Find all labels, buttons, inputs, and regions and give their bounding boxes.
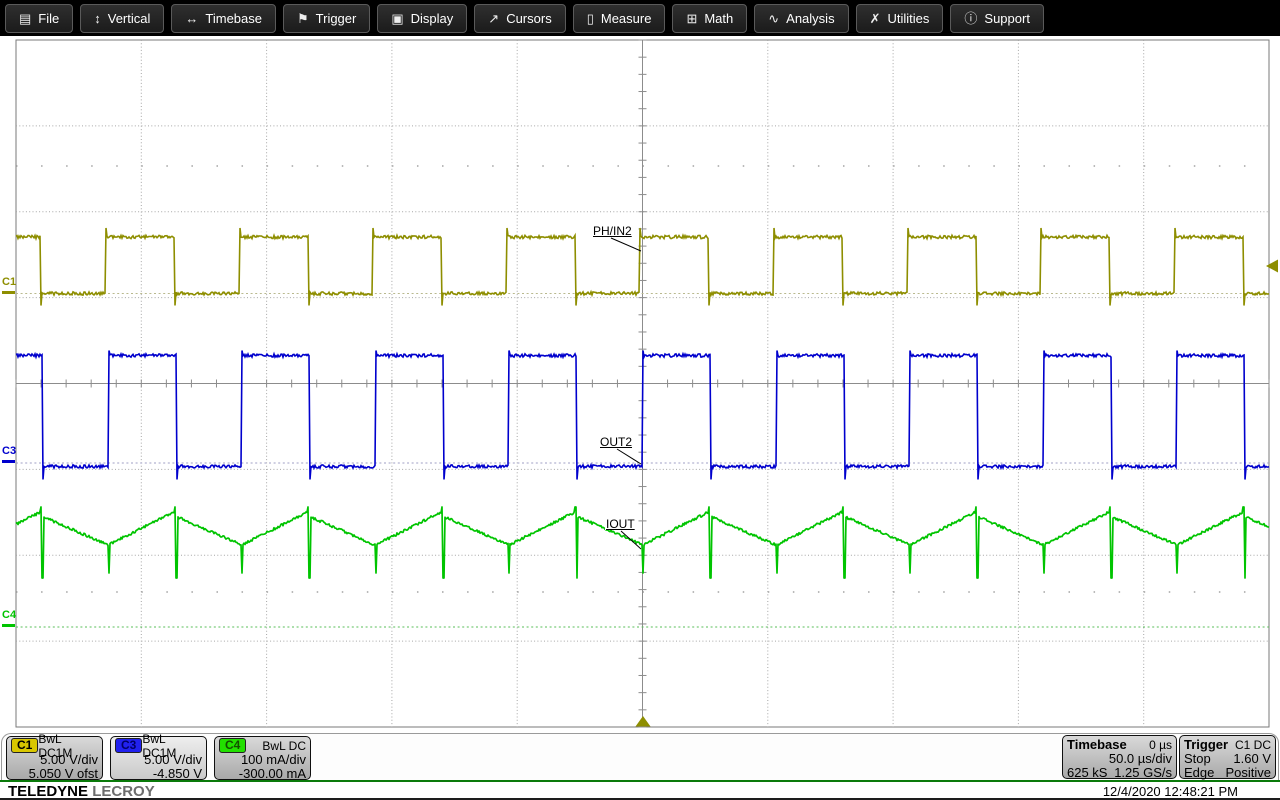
menu-button-label: Display (411, 11, 454, 26)
trace-label-c1[interactable]: PH/IN2 (592, 225, 633, 237)
trigger-level: 1.60 V (1233, 752, 1271, 766)
channel-offset: -300.00 mA (219, 767, 306, 781)
timebase-samples: 625 kS (1067, 766, 1107, 780)
menu-button-label: Analysis (786, 11, 834, 26)
channel-scale: 5.00 V/div (115, 753, 202, 767)
timebase-title: Timebase (1067, 737, 1127, 752)
channel-offset: -4.850 V (115, 767, 202, 781)
trigger-type: Edge (1184, 766, 1214, 780)
menu-bar: ▤ File ↕ Vertical ↔ Timebase ⚑ Trigger ▣ Display ↗… (0, 0, 1280, 36)
footer: TELEDYNE LECROY 12/4/2020 12:48:21 PM (0, 782, 1280, 800)
trace-label-c4[interactable]: IOUT (605, 518, 636, 530)
menu-button-label: File (38, 11, 59, 26)
menu-button-measure[interactable]: ▯ Measure (573, 4, 666, 33)
channel-marker-bar (2, 291, 15, 294)
channel-coupling: BwL DC (262, 739, 306, 753)
timebase-position: 0 µs (1149, 738, 1172, 752)
trigger-source: C1 DC (1235, 738, 1271, 752)
trigger-icon: ⚑ (297, 12, 309, 25)
display-icon: ▣ (391, 12, 403, 25)
vertical-icon: ↕ (94, 12, 101, 25)
trace-label-c3[interactable]: OUT2 (599, 436, 633, 448)
menu-button-timebase[interactable]: ↔ Timebase (171, 4, 276, 33)
menu-button-label: Cursors (506, 11, 552, 26)
channel-marker-c1[interactable]: C1 (2, 277, 16, 294)
timebase-scale: 50.0 µs/div (1067, 752, 1172, 766)
channel-scale: 100 mA/div (219, 753, 306, 767)
menu-button-label: Trigger (316, 11, 357, 26)
menu-button-cursors[interactable]: ↗ Cursors (474, 4, 565, 33)
channel-marker-bar (2, 624, 15, 627)
menu-button-analysis[interactable]: ∿ Analysis (754, 4, 848, 33)
channel-descriptor-c1[interactable]: C1BwL DC1M5.00 V/div5.050 V ofst (6, 736, 103, 780)
menu-button-file[interactable]: ▤ File (5, 4, 73, 33)
cursors-icon: ↗ (488, 12, 499, 25)
channel-badge-c1: C1 (11, 738, 38, 753)
menu-button-utilities[interactable]: ✗ Utilities (856, 4, 944, 33)
timebase-rate: 1.25 GS/s (1114, 766, 1172, 780)
menu-button-label: Measure (601, 11, 652, 26)
channel-marker-c3[interactable]: C3 (2, 446, 16, 463)
timebase-icon: ↔ (185, 12, 198, 25)
menu-button-trigger[interactable]: ⚑ Trigger (283, 4, 370, 33)
timebase-descriptor[interactable]: Timebase 0 µs 50.0 µs/div 625 kS 1.25 GS… (1062, 735, 1177, 779)
menu-button-vertical[interactable]: ↕ Vertical (80, 4, 164, 33)
oscilloscope-screen: ▤ File ↕ Vertical ↔ Timebase ⚑ Trigger ▣ Display ↗… (0, 0, 1280, 800)
trigger-slope: Positive (1225, 766, 1271, 780)
waveform-canvas[interactable] (0, 0, 1280, 800)
utilities-icon: ✗ (870, 12, 881, 25)
menu-button-display[interactable]: ▣ Display (377, 4, 467, 33)
channel-marker-bar (2, 460, 15, 463)
trigger-title: Trigger (1184, 737, 1228, 752)
channel-badge-c3: C3 (115, 738, 142, 753)
support-icon: ⓘ (964, 12, 977, 25)
menu-button-label: Utilities (887, 11, 929, 26)
teledyne-lecroy-logo: TELEDYNE LECROY (8, 783, 155, 800)
menu-button-math[interactable]: ⊞ Math (672, 4, 747, 33)
datetime: 12/4/2020 12:48:21 PM (1103, 784, 1238, 799)
menu-button-label: Support (984, 11, 1030, 26)
file-icon: ▤ (19, 12, 31, 25)
trigger-descriptor[interactable]: Trigger C1 DC Stop 1.60 V Edge Positive (1179, 735, 1276, 779)
menu-button-support[interactable]: ⓘ Support (950, 4, 1044, 33)
channel-offset: 5.050 V ofst (11, 767, 98, 781)
menu-button-label: Timebase (205, 11, 262, 26)
analysis-icon: ∿ (768, 12, 779, 25)
status-bar: C1BwL DC1M5.00 V/div5.050 V ofstC3BwL DC… (0, 733, 1280, 780)
menu-button-label: Vertical (108, 11, 151, 26)
channel-descriptor-c4[interactable]: C4 BwL DC100 mA/div-300.00 mA (214, 736, 311, 780)
menu-button-label: Math (704, 11, 733, 26)
trigger-mode: Stop (1184, 752, 1211, 766)
math-icon: ⊞ (686, 12, 697, 25)
channel-marker-c4[interactable]: C4 (2, 610, 16, 627)
channel-badge-c4: C4 (219, 738, 246, 753)
channel-descriptor-c3[interactable]: C3BwL DC1M5.00 V/div-4.850 V (110, 736, 207, 780)
measure-icon: ▯ (587, 12, 594, 25)
channel-scale: 5.00 V/div (11, 753, 98, 767)
